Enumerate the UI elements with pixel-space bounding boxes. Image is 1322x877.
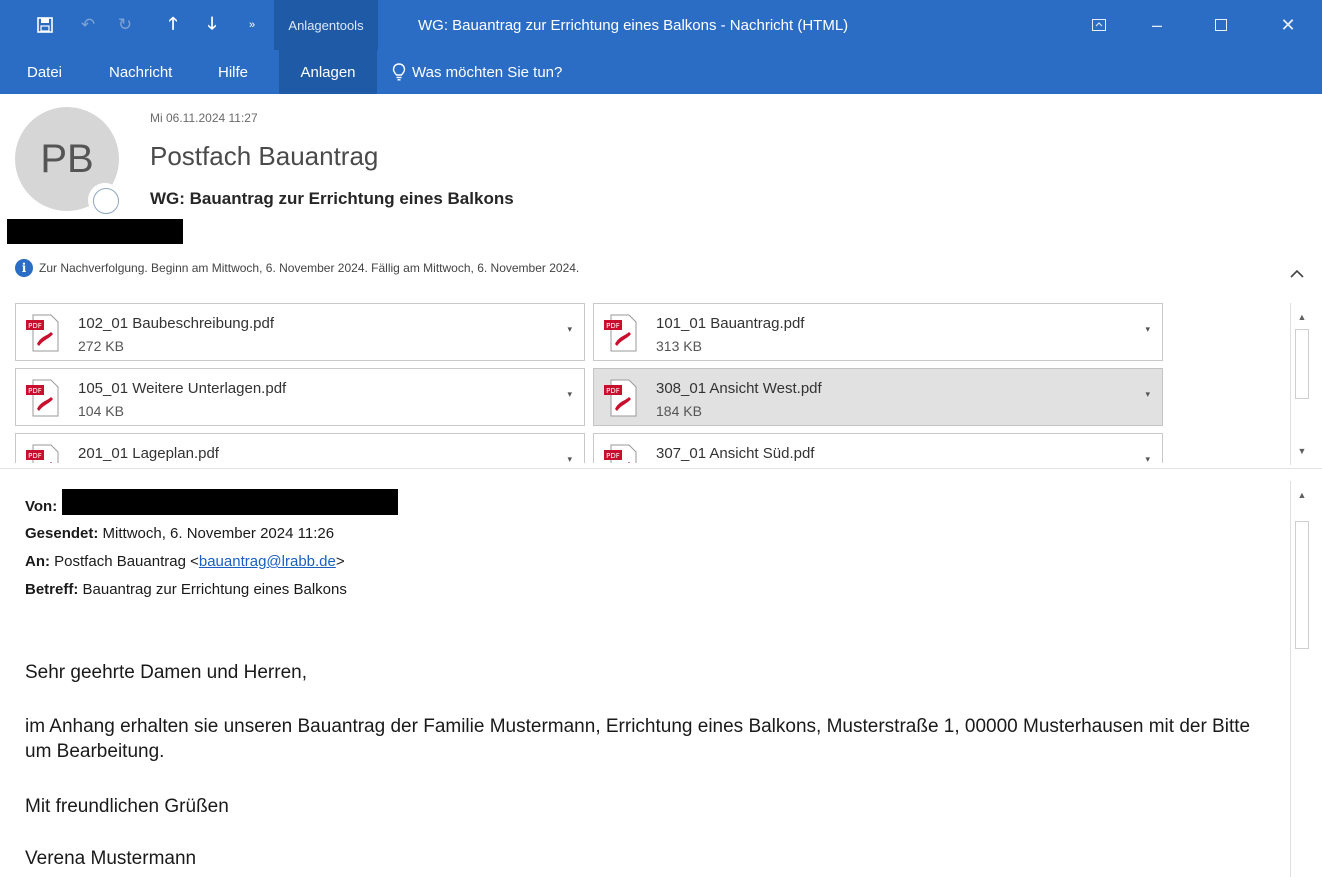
attachment-size: 104 KB (78, 403, 124, 419)
signature: Verena Mustermann (25, 848, 197, 869)
scroll-thumb[interactable] (1295, 329, 1309, 399)
presence-status-icon (88, 183, 122, 217)
attachment-name: 307_01 Ansicht Süd.pdf (656, 445, 815, 462)
tell-me-search[interactable]: Was möchten Sie tun? (392, 50, 562, 94)
tab-datei[interactable]: Datei (27, 50, 62, 94)
attachment-name: 101_01 Bauantrag.pdf (656, 315, 805, 332)
pdf-file-icon: PDF (604, 444, 637, 463)
chevron-down-icon[interactable]: ▾ (567, 454, 572, 463)
title-bar: ↶ ↻ 🡑 🡓 » Anlagentools WG: Bauantrag zur… (0, 0, 1322, 50)
redo-icon[interactable]: ↻ (110, 0, 140, 50)
scroll-thumb[interactable] (1295, 521, 1309, 649)
svg-text:PDF: PDF (28, 387, 42, 395)
chevron-down-icon[interactable]: ▾ (1145, 389, 1150, 400)
sent-label: Gesendet: (25, 525, 99, 542)
subject-label: Betreff: (25, 581, 79, 598)
svg-text:PDF: PDF (606, 387, 620, 395)
pdf-file-icon: PDF (26, 444, 59, 463)
sent-value: Mittwoch, 6. November 2024 11:26 (102, 525, 335, 542)
svg-text:PDF: PDF (606, 322, 620, 330)
lightbulb-icon (392, 63, 406, 81)
message-body-scrollbar[interactable]: ▲ (1290, 481, 1312, 877)
message-subject: WG: Bauantrag zur Errichtung eines Balko… (150, 189, 514, 208)
svg-text:PDF: PDF (28, 322, 42, 330)
redacted-sender-address (62, 489, 398, 515)
collapse-header-icon[interactable] (1290, 262, 1304, 283)
pdf-file-icon: PDF (604, 314, 637, 352)
attachment-item[interactable]: PDF 105_01 Weitere Unterlagen.pdf 104 KB… (15, 368, 585, 426)
attachment-item-selected[interactable]: PDF 308_01 Ansicht West.pdf 184 KB ▾ (593, 368, 1163, 426)
attachments-scrollbar[interactable]: ▲ ▼ (1290, 303, 1312, 465)
more-commands-icon[interactable]: » (240, 0, 264, 50)
pdf-file-icon: PDF (26, 314, 59, 352)
previous-item-icon[interactable]: 🡑 (158, 0, 188, 50)
received-date: Mi 06.11.2024 11:27 (150, 111, 258, 125)
to-label: An: (25, 553, 50, 570)
attachments-list: PDF 102_01 Baubeschreibung.pdf 272 KB ▾ … (15, 303, 1169, 463)
window-title: WG: Bauantrag zur Errichtung eines Balko… (418, 16, 849, 34)
contextual-tab-label: Anlagentools (274, 0, 378, 50)
recipient-email-link[interactable]: bauantrag@lrabb.de (199, 553, 336, 570)
tab-hilfe[interactable]: Hilfe (218, 50, 248, 94)
subject-value: Bauantrag zur Errichtung eines Balkons (82, 581, 347, 598)
attachment-name: 201_01 Lageplan.pdf (78, 445, 219, 462)
scroll-up-icon[interactable]: ▲ (1291, 485, 1313, 505)
save-icon[interactable] (30, 0, 60, 50)
attachment-item[interactable]: PDF 201_01 Lageplan.pdf ▾ (15, 433, 585, 463)
to-close: > (335, 553, 345, 570)
closing: Mit freundlichen Grüßen (25, 796, 229, 817)
svg-text:PDF: PDF (28, 452, 42, 460)
from-label: Von: (25, 498, 58, 515)
to-line: An: Postfach Bauantrag <bauantrag@lrabb.… (25, 553, 345, 570)
attachment-item[interactable]: PDF 102_01 Baubeschreibung.pdf 272 KB ▾ (15, 303, 585, 361)
pdf-file-icon: PDF (604, 379, 637, 417)
scroll-down-icon[interactable]: ▼ (1291, 441, 1313, 461)
scroll-up-icon[interactable]: ▲ (1291, 307, 1313, 327)
body-paragraph: im Anhang erhalten sie unseren Bauantrag… (25, 716, 1251, 762)
tab-anlagen[interactable]: Anlagen (279, 50, 377, 94)
ribbon-tabs: Datei Nachricht Hilfe Anlagen Was möchte… (0, 50, 1322, 94)
sent-line: Gesendet: Mittwoch, 6. November 2024 11:… (25, 525, 334, 542)
greeting: Sehr geehrte Damen und Herren, (25, 662, 307, 683)
svg-text:PDF: PDF (606, 452, 620, 460)
chevron-down-icon[interactable]: ▾ (1145, 324, 1150, 335)
minimize-icon[interactable]: – (1130, 0, 1184, 50)
from-line: Von: (25, 498, 57, 515)
tell-me-label: Was möchten Sie tun? (412, 63, 563, 81)
chevron-down-icon[interactable]: ▾ (1145, 454, 1150, 463)
attachment-name: 105_01 Weitere Unterlagen.pdf (78, 380, 287, 397)
chevron-down-icon[interactable]: ▾ (567, 324, 572, 335)
header-divider (0, 468, 1322, 469)
undo-icon[interactable]: ↶ (73, 0, 103, 50)
ribbon-display-options-icon[interactable] (1072, 0, 1126, 50)
attachment-name: 102_01 Baubeschreibung.pdf (78, 315, 274, 332)
tab-nachricht[interactable]: Nachricht (109, 50, 172, 94)
pdf-file-icon: PDF (26, 379, 59, 417)
chevron-down-icon[interactable]: ▾ (567, 389, 572, 400)
attachment-size: 313 KB (656, 338, 702, 354)
redacted-recipient (7, 219, 183, 244)
info-icon: i (15, 259, 33, 277)
subject-line: Betreff: Bauantrag zur Errichtung eines … (25, 581, 347, 598)
followup-info-text: Zur Nachverfolgung. Beginn am Mittwoch, … (39, 261, 580, 275)
close-icon[interactable]: ✕ (1261, 0, 1315, 50)
followup-info-bar: i Zur Nachverfolgung. Beginn am Mittwoch… (15, 257, 579, 279)
attachment-item[interactable]: PDF 101_01 Bauantrag.pdf 313 KB ▾ (593, 303, 1163, 361)
attachment-item[interactable]: PDF 307_01 Ansicht Süd.pdf ▾ (593, 433, 1163, 463)
attachment-size: 272 KB (78, 338, 124, 354)
sender-name[interactable]: Postfach Bauantrag (150, 141, 378, 172)
maximize-icon[interactable] (1194, 0, 1248, 50)
to-name: Postfach Bauantrag < (54, 553, 199, 570)
next-item-icon[interactable]: 🡓 (197, 0, 227, 50)
attachment-size: 184 KB (656, 403, 702, 419)
attachment-name: 308_01 Ansicht West.pdf (656, 380, 822, 397)
